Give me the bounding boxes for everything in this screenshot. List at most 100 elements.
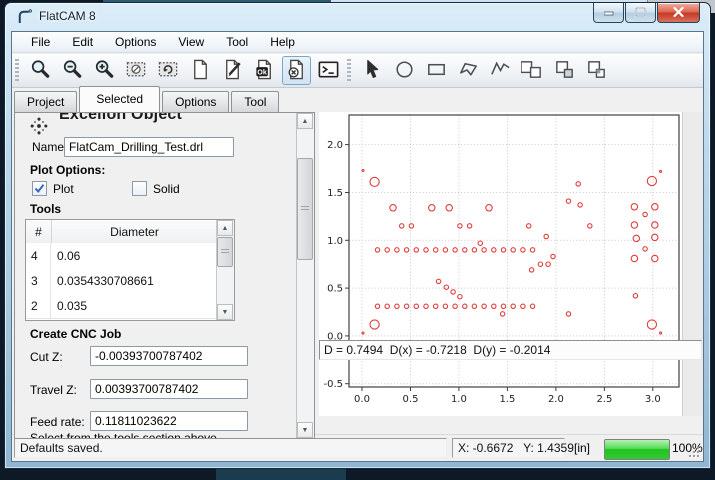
svg-text:-0.5: -0.5 <box>323 379 343 390</box>
svg-text:1.5: 1.5 <box>327 188 343 199</box>
minimize-icon <box>604 6 614 20</box>
flatcam-window: FlatCAM 8 File Edit Options View Tool He… <box>4 2 711 469</box>
draw-circle-button[interactable] <box>390 56 419 85</box>
select-arrow-icon <box>361 58 384 84</box>
menu-item-file[interactable]: File <box>20 33 61 51</box>
draw-circle-icon <box>393 58 416 84</box>
feed-rate-input[interactable] <box>90 411 248 431</box>
tab-selected[interactable]: Selected <box>79 86 160 112</box>
maximize-icon <box>635 6 646 20</box>
checkbox-icon <box>132 181 147 196</box>
tool-number-cell[interactable]: 4 <box>26 243 51 268</box>
tool-diameter-cell[interactable]: 0.035 <box>51 293 217 318</box>
svg-text:1.0: 1.0 <box>327 236 343 247</box>
tools-table: # Diameter 40.0630.035433070866120.035 ▲… <box>25 219 235 321</box>
panel-scrollbar: ▲ ▼ <box>296 113 314 438</box>
background-bottom <box>216 469 346 480</box>
travel-z-input[interactable] <box>90 379 248 399</box>
tool-diameter-cell[interactable]: 0.06 <box>51 243 217 268</box>
replot-button[interactable] <box>154 56 183 85</box>
new-file-button[interactable] <box>186 56 215 85</box>
tab-project[interactable]: Project <box>14 91 77 112</box>
units-label: [in] <box>574 441 590 455</box>
ok-file-button[interactable]: Ok <box>250 56 279 85</box>
shell-button[interactable] <box>314 56 343 85</box>
close-button[interactable] <box>657 3 700 23</box>
zoom-in-icon <box>93 58 116 84</box>
tab-bar: Project Selected Options Tool <box>14 87 281 112</box>
tool-number-cell[interactable]: 3 <box>26 268 51 293</box>
resize-grip[interactable] <box>689 447 699 457</box>
union-icon <box>521 58 544 84</box>
scroll-thumb[interactable] <box>297 158 313 260</box>
cut-z-input[interactable] <box>90 346 248 366</box>
table-row[interactable]: 30.0354330708661 <box>26 268 217 294</box>
zoom-reset-icon <box>29 58 52 84</box>
draw-polyline-button[interactable] <box>486 56 515 85</box>
tool-number-cell[interactable]: 2 <box>26 293 51 318</box>
svg-text:Ok: Ok <box>257 68 267 76</box>
scroll-down-button[interactable]: ▼ <box>297 422 313 438</box>
table-row[interactable]: 40.06 <box>26 243 217 269</box>
zoom-in-button[interactable] <box>90 56 119 85</box>
tool-diameter-cell[interactable]: 0.0354330708661 <box>51 268 217 293</box>
selected-tab-panel: Excellon Object Name: Plot Options: Plot… <box>14 112 315 439</box>
table-scrollbar: ▲ ▼ <box>216 220 234 320</box>
tools-hint-label: Select from the tools section above <box>30 431 217 439</box>
subtract-button[interactable] <box>550 56 579 85</box>
scroll-up-button[interactable]: ▲ <box>297 113 313 129</box>
subtract-icon <box>553 58 576 84</box>
minimize-button[interactable] <box>593 3 624 23</box>
titlebar[interactable]: FlatCAM 8 <box>5 3 710 31</box>
coordinates-readout: X: -0.6672 Y: 1.4359 <box>452 438 565 458</box>
triangle-down-icon: ▼ <box>222 309 229 316</box>
draw-rectangle-button[interactable] <box>422 56 451 85</box>
draw-polygon-icon <box>457 58 480 84</box>
scroll-thumb[interactable] <box>217 237 233 267</box>
menu-item-options[interactable]: Options <box>104 33 167 51</box>
menu-item-view[interactable]: View <box>167 33 215 51</box>
svg-text:1.0: 1.0 <box>451 394 467 405</box>
menu-item-edit[interactable]: Edit <box>61 33 104 51</box>
replot-icon <box>157 58 180 84</box>
object-name-input[interactable] <box>64 137 234 157</box>
solid-checkbox[interactable]: Solid <box>132 181 202 196</box>
cnc-job-label: Create CNC Job <box>30 327 121 341</box>
svg-text:2.5: 2.5 <box>596 394 612 405</box>
plot-canvas[interactable]: 0.00.51.01.52.02.53.0-0.50.00.51.01.52.0 <box>319 112 703 416</box>
zoom-out-button[interactable] <box>58 56 87 85</box>
menu-item-help[interactable]: Help <box>259 33 306 51</box>
maximize-button[interactable] <box>625 3 656 23</box>
select-arrow-button[interactable] <box>358 56 387 85</box>
new-file-icon <box>189 58 212 84</box>
draw-polygon-button[interactable] <box>454 56 483 85</box>
delete-file-button[interactable] <box>282 56 311 85</box>
merge-icon <box>585 58 608 84</box>
triangle-up-icon: ▲ <box>222 225 229 232</box>
merge-button[interactable] <box>582 56 611 85</box>
checkbox-icon <box>32 181 47 196</box>
col-diameter[interactable]: Diameter <box>52 220 217 243</box>
solid-checkbox-label: Solid <box>153 182 180 196</box>
table-row[interactable]: 20.035 <box>26 293 217 319</box>
tab-options[interactable]: Options <box>162 91 229 112</box>
toolbar-handle[interactable] <box>15 59 19 83</box>
edit-file-button[interactable] <box>218 56 247 85</box>
zoom-reset-button[interactable] <box>26 56 55 85</box>
draw-rectangle-icon <box>425 58 448 84</box>
menu-item-tool[interactable]: Tool <box>215 33 259 51</box>
scroll-down-button[interactable]: ▼ <box>217 304 233 320</box>
col-number[interactable]: # <box>26 220 52 243</box>
svg-text:1.5: 1.5 <box>499 394 515 405</box>
tab-tool[interactable]: Tool <box>231 91 279 112</box>
scroll-up-button[interactable]: ▲ <box>217 220 233 236</box>
desktop: FlatCAM 8 File Edit Options View Tool He… <box>0 0 715 480</box>
clear-plot-button[interactable] <box>122 56 151 85</box>
flatcam-app-icon <box>16 8 34 26</box>
table-header: # Diameter <box>26 220 217 244</box>
toolbar-handle[interactable] <box>347 59 351 83</box>
shell-icon <box>317 58 340 84</box>
close-icon <box>673 6 684 20</box>
union-button[interactable] <box>518 56 547 85</box>
plot-checkbox[interactable]: Plot <box>32 181 102 196</box>
